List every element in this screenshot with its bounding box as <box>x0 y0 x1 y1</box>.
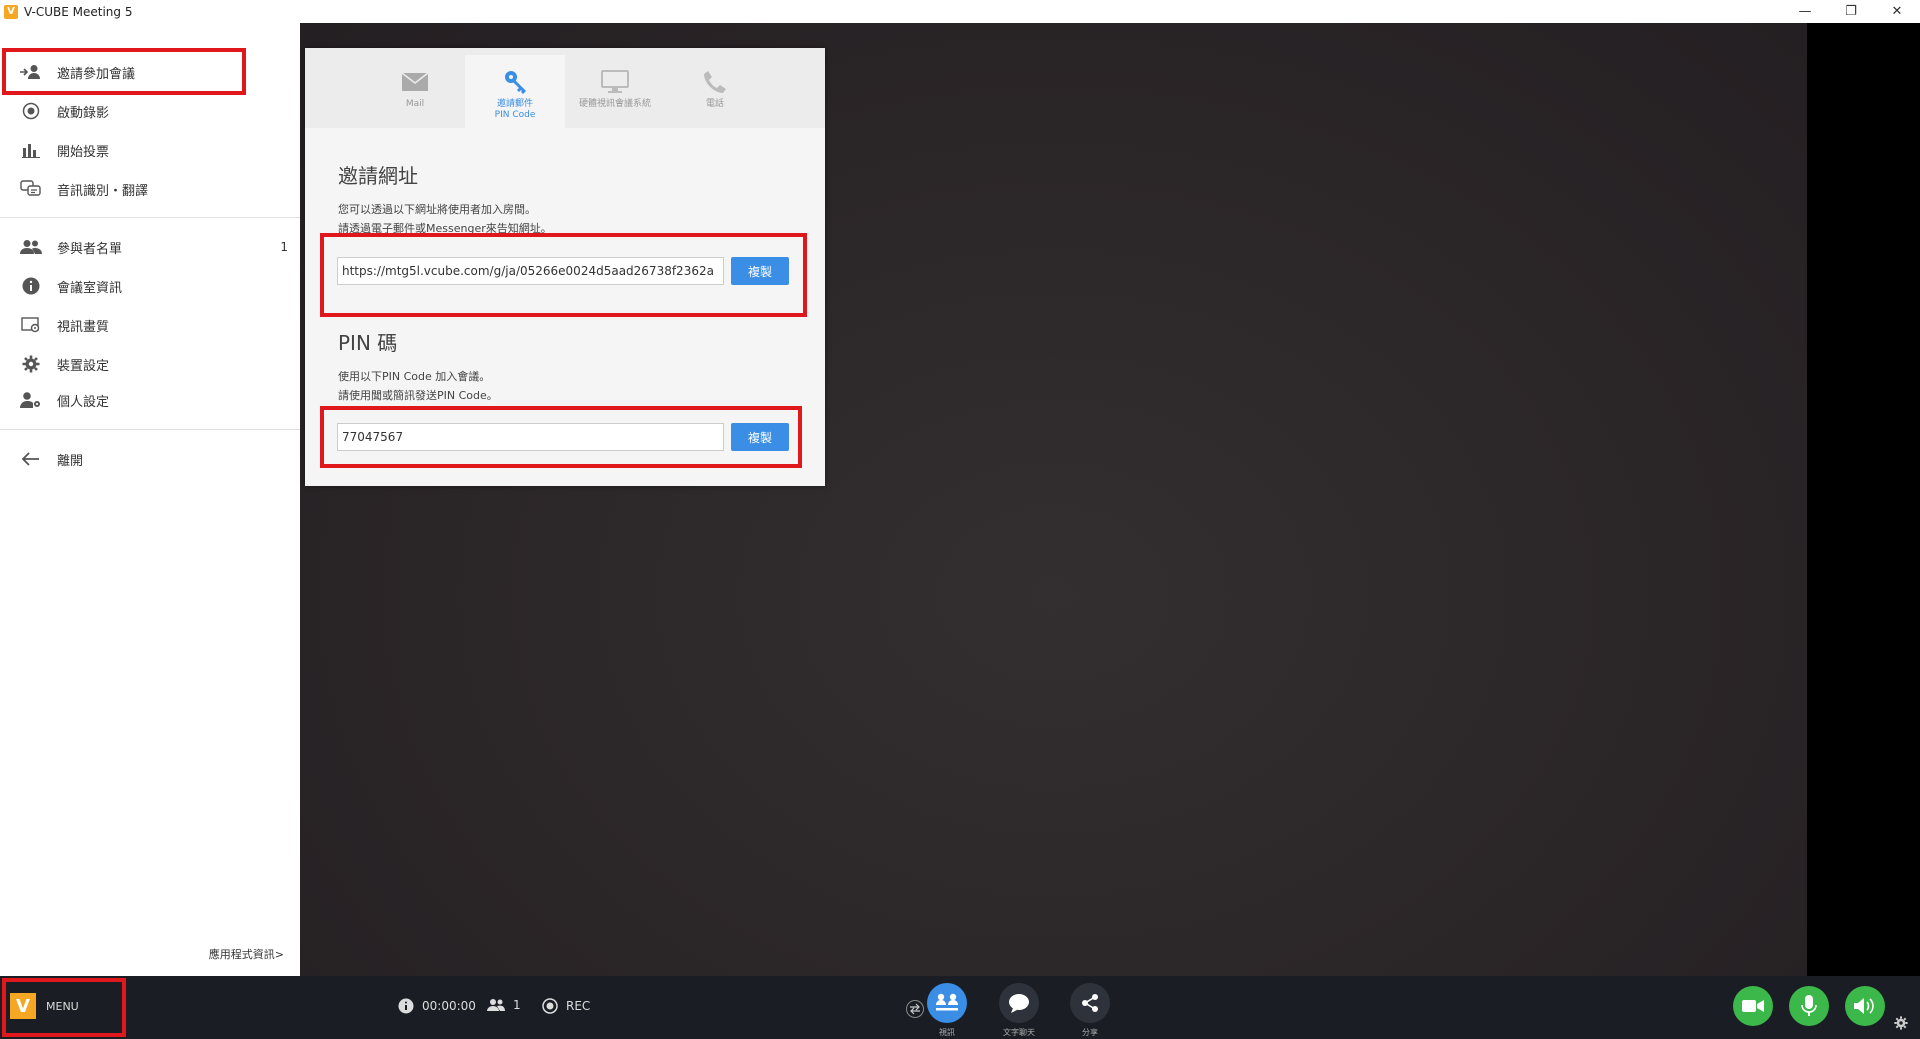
app-logo-icon: V <box>4 4 18 19</box>
invite-url-title: 邀請網址 <box>338 164 418 188</box>
video-label: 視訊 <box>939 1028 955 1037</box>
video-quality-icon <box>20 315 42 335</box>
sidebar-item-label: 音訊識別・翻譯 <box>57 183 149 199</box>
tab-label: 硬體視訊會議系統 <box>578 99 651 109</box>
share-icon <box>1080 993 1100 1013</box>
close-button[interactable]: ✕ <box>1874 0 1920 23</box>
record-icon <box>20 101 42 121</box>
tab-mail[interactable]: Mail <box>365 55 465 128</box>
tab-label: Mail <box>405 99 425 109</box>
microphone-icon <box>1801 995 1817 1017</box>
app-info-link[interactable]: 應用程式資訊> <box>209 946 284 962</box>
tab-label: 電話 <box>705 99 724 109</box>
chat-label: 文字聊天 <box>1003 1028 1035 1037</box>
monitor-icon <box>601 69 629 95</box>
microphone-toggle-button[interactable] <box>1789 986 1829 1026</box>
participant-count: 1 <box>280 240 288 254</box>
sidebar-item-label: 裝置設定 <box>57 358 110 374</box>
bar-chart-icon <box>20 140 42 160</box>
speaker-icon <box>1854 997 1876 1015</box>
info-circle-icon <box>398 998 414 1014</box>
sidebar-item-translate[interactable]: 音訊識別・翻譯 <box>0 171 300 207</box>
rec-label: REC <box>566 999 591 1013</box>
arrow-left-icon <box>20 449 42 469</box>
sidebar-menu: 邀請參加會議 啟動錄影 開始投票 音訊識別・翻譯 參與者名單 1 會議室資訊 視… <box>0 23 300 976</box>
people-grid-icon <box>934 992 960 1014</box>
tab-label: 邀請郵件 PIN Code <box>494 99 536 120</box>
camera-toggle-button[interactable] <box>1733 986 1773 1026</box>
pin-desc-1: 使用以下PIN Code 加入會議。 <box>338 370 491 383</box>
sidebar-item-label: 會議室資訊 <box>57 280 123 296</box>
video-camera-icon <box>1742 999 1764 1013</box>
sidebar-item-participants[interactable]: 參與者名單 1 <box>0 229 300 265</box>
gear-icon <box>1894 1016 1908 1030</box>
sidebar-item-room-info[interactable]: 會議室資訊 <box>0 268 300 304</box>
right-strip <box>1807 23 1920 976</box>
gear-icon <box>20 354 42 374</box>
invite-url-desc-1: 您可以透過以下網址將使用者加入房間。 <box>338 203 536 216</box>
tab-phone[interactable]: 電話 <box>665 55 765 128</box>
pin-title: PIN 碼 <box>338 331 398 355</box>
rec-button[interactable]: REC <box>542 998 590 1014</box>
sidebar-item-record[interactable]: 啟動錄影 <box>0 93 300 129</box>
switch-layout-button[interactable] <box>906 1000 924 1018</box>
divider <box>0 429 300 430</box>
invite-tabs: Mail 邀請郵件 PIN Code 硬體視訊會議系統 電話 <box>305 48 825 128</box>
info-icon <box>20 276 42 296</box>
sidebar-item-label: 參與者名單 <box>57 241 123 257</box>
sidebar-item-label: 開始投票 <box>57 144 110 160</box>
swap-icon <box>909 1003 921 1015</box>
sidebar-item-label: 視訊畫質 <box>57 319 110 335</box>
chat-bubble-icon <box>1008 993 1030 1013</box>
highlight-pin-field <box>320 406 802 468</box>
sidebar-item-poll[interactable]: 開始投票 <box>0 132 300 168</box>
highlight-url-field <box>320 233 807 317</box>
title-bar: V V-CUBE Meeting 5 — ❐ ✕ <box>0 0 1920 23</box>
sidebar-item-leave[interactable]: 離開 <box>0 441 300 477</box>
divider <box>0 217 300 218</box>
mail-icon <box>401 69 429 95</box>
key-icon <box>502 69 528 95</box>
share-label: 分享 <box>1082 1028 1098 1037</box>
chat-button[interactable] <box>999 983 1039 1023</box>
user-settings-icon <box>20 390 42 410</box>
participant-count: 1 <box>513 998 521 1012</box>
timer-status: 00:00:00 <box>398 998 476 1014</box>
window-title: V-CUBE Meeting 5 <box>24 4 133 19</box>
participants-icon <box>20 237 42 257</box>
meeting-timer: 00:00:00 <box>422 999 476 1013</box>
participants-icon <box>487 998 505 1012</box>
sidebar-item-label: 離開 <box>57 453 84 469</box>
sidebar-item-personal-settings[interactable]: 個人設定 <box>0 382 300 418</box>
restore-button[interactable]: ❐ <box>1828 0 1874 23</box>
translate-chat-icon <box>20 179 42 199</box>
bottom-toolbar: V MENU 00:00:00 1 REC 視訊 文字聊天 分享 <box>0 976 1920 1039</box>
video-layout-button[interactable] <box>927 983 967 1023</box>
tab-pin-code[interactable]: 邀請郵件 PIN Code <box>465 55 565 128</box>
minimize-button[interactable]: — <box>1782 0 1828 23</box>
sidebar-item-device-settings[interactable]: 裝置設定 <box>0 346 300 382</box>
sidebar-item-label: 啟動錄影 <box>57 105 110 121</box>
share-button[interactable] <box>1070 983 1110 1023</box>
settings-button[interactable] <box>1892 1014 1910 1032</box>
participant-status[interactable]: 1 <box>487 998 521 1012</box>
sidebar-item-video-quality[interactable]: 視訊畫質 <box>0 307 300 343</box>
record-icon <box>542 998 558 1014</box>
highlight-invite-item <box>2 48 246 95</box>
pin-desc-2: 請使用聞或簡訊發送PIN Code。 <box>338 389 498 402</box>
speaker-toggle-button[interactable] <box>1845 986 1885 1026</box>
highlight-menu-button <box>2 978 126 1037</box>
tab-hardware-conference[interactable]: 硬體視訊會議系統 <box>565 55 665 128</box>
phone-icon <box>702 69 728 95</box>
sidebar-item-label: 個人設定 <box>57 394 110 410</box>
